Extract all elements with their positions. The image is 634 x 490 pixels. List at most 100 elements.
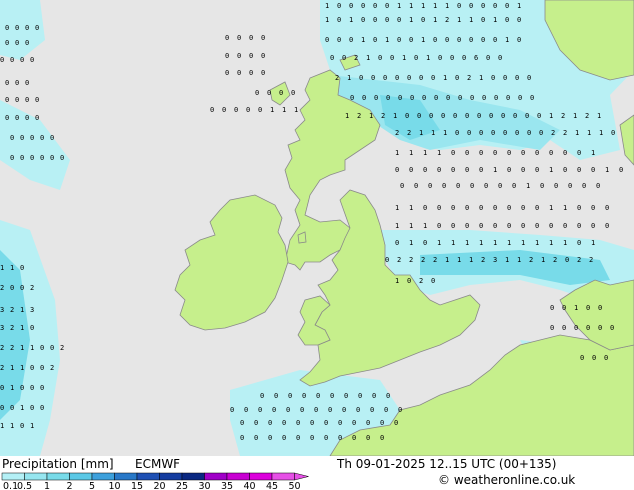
grid-value-mark: 0: [493, 36, 497, 44]
grid-value-mark: 1: [443, 129, 447, 137]
grid-value-mark: 1: [325, 16, 329, 24]
grid-value-mark: 0: [268, 434, 272, 442]
grid-value-mark: 0: [469, 2, 473, 10]
grid-value-mark: 0: [342, 406, 346, 414]
grid-value-mark: 0: [272, 406, 276, 414]
grid-value-mark: 1: [574, 304, 578, 312]
grid-value-mark: 1: [20, 324, 24, 332]
grid-value-mark: 0: [457, 36, 461, 44]
grid-value-mark: 0: [515, 74, 519, 82]
grid-value-mark: 0: [10, 134, 14, 142]
grid-value-mark: 1: [517, 256, 521, 264]
grid-value-mark: 0: [15, 114, 19, 122]
grid-value-mark: 1: [563, 239, 567, 247]
grid-value-mark: 2: [50, 364, 54, 372]
grid-value-mark: 0: [562, 324, 566, 332]
grid-value-mark: 2: [0, 284, 4, 292]
grid-value-mark: 0: [370, 406, 374, 414]
grid-value-mark: 2: [585, 112, 589, 120]
grid-value-mark: 0: [291, 89, 295, 97]
grid-value-mark: 0: [465, 222, 469, 230]
grid-value-mark: 0: [434, 94, 438, 102]
scale-swatch: [136, 472, 160, 481]
grid-value-mark: 0: [10, 56, 14, 64]
scale-tick-label: 20: [153, 481, 165, 490]
scale-tick-label: 30: [198, 481, 210, 490]
scale-tick-label: 15: [131, 481, 143, 490]
grid-value-mark: 0: [549, 222, 553, 230]
grid-value-mark: 0: [513, 112, 517, 120]
grid-value-mark: 0: [562, 304, 566, 312]
scale-tick-label: 5: [89, 481, 95, 490]
grid-value-mark: 1: [409, 222, 413, 230]
grid-value-mark: 1: [507, 239, 511, 247]
grid-value-mark: 0: [30, 384, 34, 392]
grid-value-mark: 0: [394, 419, 398, 427]
grid-value-mark: 0: [372, 392, 376, 400]
grid-value-mark: 0: [361, 2, 365, 10]
grid-value-mark: 1: [0, 264, 4, 272]
grid-value-mark: 1: [599, 129, 603, 137]
grid-value-mark: 0: [330, 392, 334, 400]
grid-value-mark: 0: [385, 2, 389, 10]
grid-value-mark: 0: [535, 222, 539, 230]
grid-value-mark: 1: [549, 166, 553, 174]
grid-value-mark: 0: [5, 24, 9, 32]
grid-value-mark: 1: [345, 112, 349, 120]
grid-value-mark: 0: [344, 392, 348, 400]
grid-value-mark: 0: [521, 222, 525, 230]
grid-value-mark: 0: [501, 112, 505, 120]
grid-value-mark: 0: [374, 94, 378, 102]
grid-value-mark: 0: [386, 94, 390, 102]
grid-value-mark: 1: [366, 54, 370, 62]
grid-value-mark: 1: [479, 239, 483, 247]
grid-value-mark: 0: [314, 406, 318, 414]
grid-value-mark: 0: [267, 89, 271, 97]
grid-value-mark: 0: [316, 392, 320, 400]
grid-value-mark: 1: [605, 166, 609, 174]
grid-value-mark: 0: [469, 36, 473, 44]
grid-value-mark: 1: [433, 16, 437, 24]
grid-value-mark: 1: [549, 239, 553, 247]
grid-value-mark: 0: [477, 112, 481, 120]
grid-value-mark: 0: [423, 239, 427, 247]
grid-value-mark: 1: [395, 277, 399, 285]
grid-value-mark: 0: [337, 2, 341, 10]
grid-value-mark: 0: [414, 54, 418, 62]
color-scale-bar: 0.10.5 1 2 5 10 15 20 25 30 35 40 45 50: [1, 472, 309, 490]
grid-value-mark: 0: [467, 129, 471, 137]
grid-value-mark: 0: [385, 16, 389, 24]
grid-value-mark: 0: [481, 2, 485, 10]
grid-value-mark: 1: [385, 36, 389, 44]
grid-value-mark: 1: [421, 2, 425, 10]
grid-value-mark: 2: [551, 129, 555, 137]
grid-value-mark: 1: [573, 112, 577, 120]
grid-value-mark: 1: [402, 54, 406, 62]
grid-value-mark: 1: [349, 16, 353, 24]
grid-value-mark: 0: [453, 112, 457, 120]
grid-value-mark: 0: [518, 94, 522, 102]
grid-value-mark: 2: [30, 284, 34, 292]
grid-value-mark: 0: [386, 392, 390, 400]
grid-value-mark: 0: [486, 54, 490, 62]
grid-value-mark: 0: [237, 52, 241, 60]
grid-value-mark: 0: [592, 354, 596, 362]
grid-value-mark: 0: [35, 114, 39, 122]
grid-value-mark: 0: [282, 434, 286, 442]
grid-value-mark: 0: [465, 149, 469, 157]
grid-value-mark: 0: [240, 434, 244, 442]
grid-value-mark: 0: [40, 344, 44, 352]
grid-value-mark: 0: [568, 182, 572, 190]
grid-value-mark: 2: [335, 74, 339, 82]
grid-value-mark: 0: [0, 384, 4, 392]
grid-value-mark: 1: [505, 36, 509, 44]
grid-value-mark: 0: [549, 149, 553, 157]
grid-value-mark: 0: [279, 89, 283, 97]
scale-swatch: [1, 472, 25, 481]
grid-value-mark: 0: [505, 2, 509, 10]
grid-value-mark: 0: [50, 154, 54, 162]
grid-value-mark: 0: [493, 149, 497, 157]
grid-value-mark: 0: [409, 166, 413, 174]
grid-value-mark: 0: [521, 204, 525, 212]
grid-value-mark: 0: [395, 166, 399, 174]
